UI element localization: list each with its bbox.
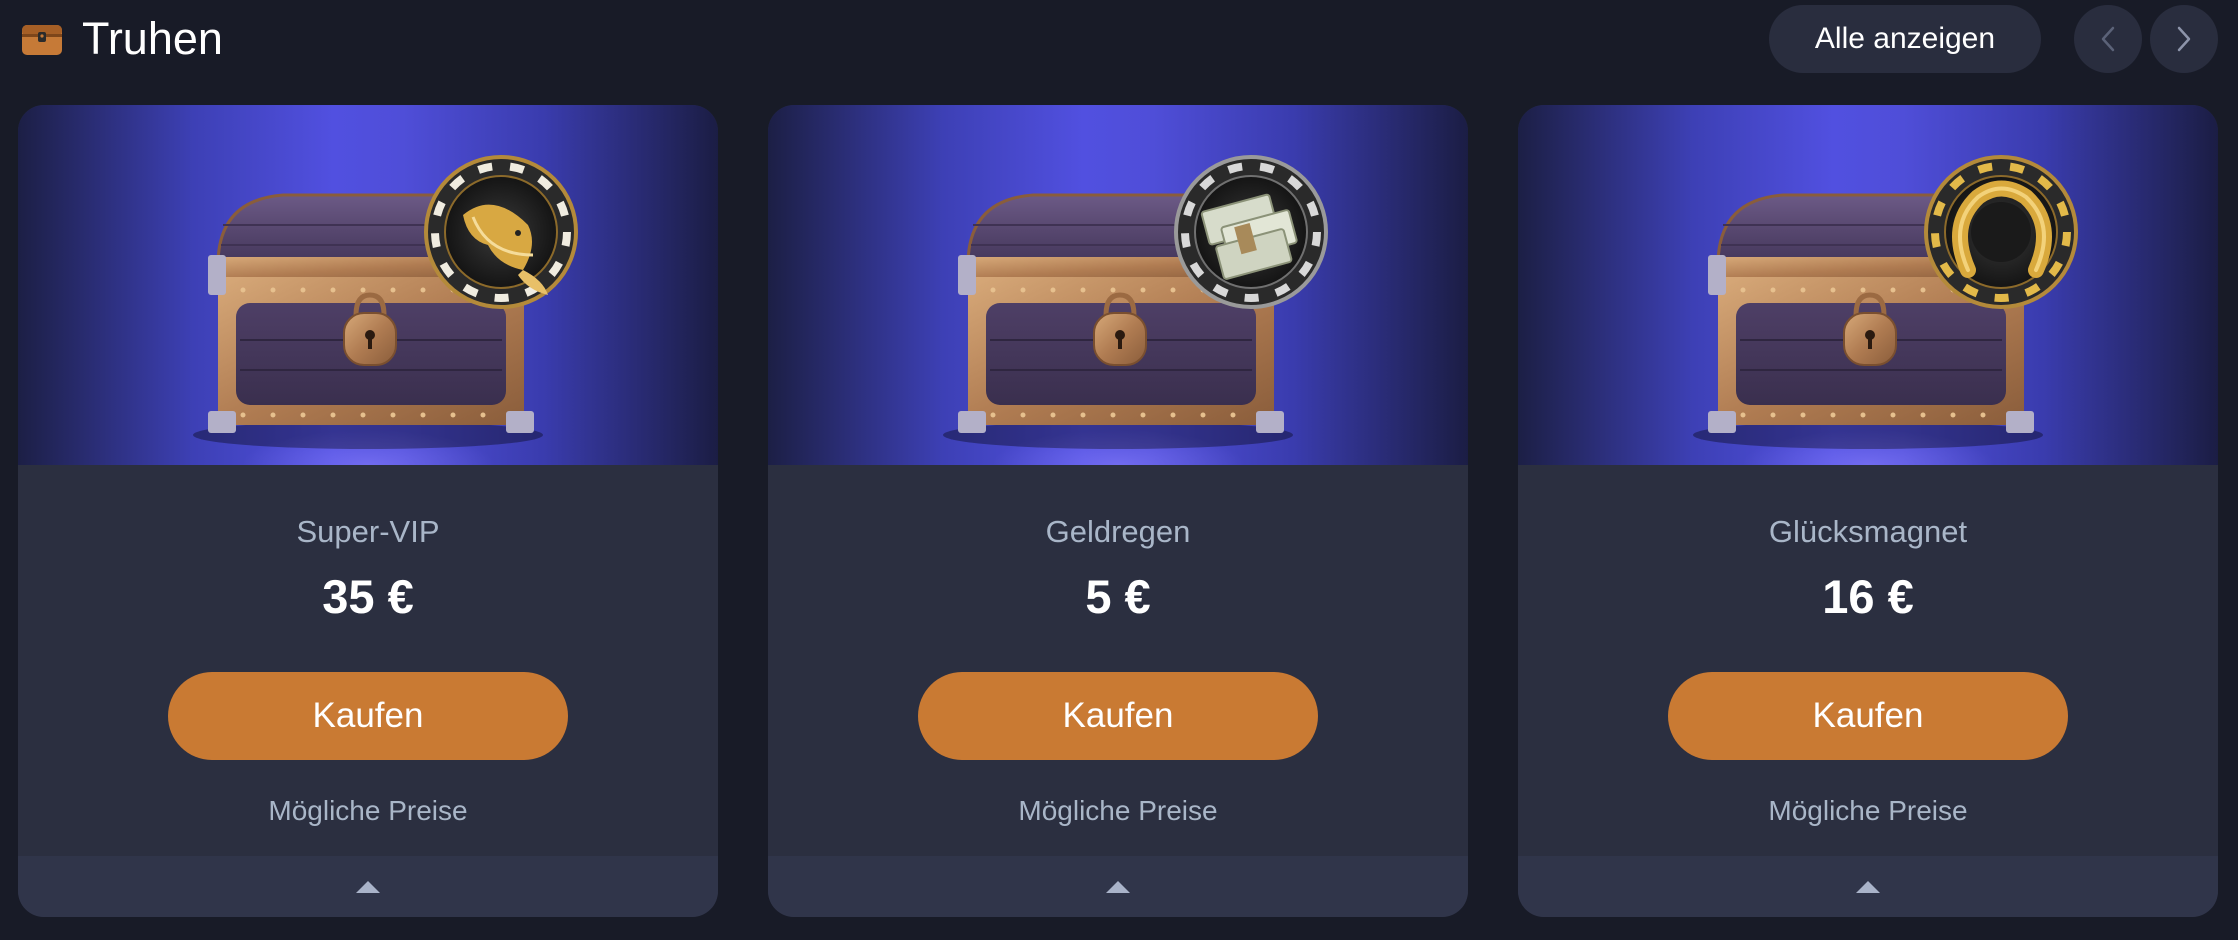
show-all-button[interactable]: Alle anzeigen (1769, 5, 2041, 73)
expand-prizes-toggle[interactable] (1518, 856, 2218, 917)
chest-name: Glücksmagnet (1768, 514, 1968, 549)
chevron-left-icon (2101, 26, 2115, 52)
treasure-chest-illustration (943, 155, 1328, 449)
chest-image (1518, 105, 2218, 465)
buy-button[interactable]: Kaufen (918, 672, 1318, 760)
buy-button[interactable]: Kaufen (168, 672, 568, 760)
possible-prizes-link[interactable]: Mögliche Preise (1518, 791, 2218, 831)
chest-image (18, 105, 718, 465)
chest-image (768, 105, 1468, 465)
chest-price: 16 € (1822, 570, 1914, 623)
section-title: Truhen (82, 13, 223, 64)
next-button[interactable] (2150, 5, 2218, 73)
expand-prizes-toggle[interactable] (768, 856, 1468, 917)
chest-card-super-vip: Super-VIP 35 € Kaufen Mögliche Preise (18, 105, 718, 917)
golden-fish-icon (424, 155, 578, 309)
chest-name: Super-VIP (296, 514, 440, 549)
treasure-chest-illustration (1693, 155, 2078, 449)
expand-prizes-toggle[interactable] (18, 856, 718, 917)
chests-section: Truhen Alle anzeigen Super-VIP 35 € Kauf… (0, 0, 2238, 940)
buy-button[interactable]: Kaufen (1668, 672, 2068, 760)
chest-name: Geldregen (1045, 514, 1191, 549)
chest-card-geldregen: Geldregen 5 € Kaufen Mögliche Preise (768, 105, 1468, 917)
chest-card-gluecksmagnet: Glücksmagnet 16 € Kaufen Mögliche Preise (1518, 105, 2218, 917)
chevron-right-icon (2177, 26, 2191, 52)
treasure-chest-icon (22, 25, 62, 55)
chest-price: 35 € (322, 570, 414, 623)
caret-up-icon (356, 880, 380, 893)
caret-up-icon (1856, 880, 1880, 893)
section-header: Truhen Alle anzeigen (0, 0, 2238, 78)
money-stack-icon (1174, 155, 1328, 309)
chest-price: 5 € (1085, 570, 1151, 623)
possible-prizes-link[interactable]: Mögliche Preise (768, 791, 1468, 831)
caret-up-icon (1106, 880, 1130, 893)
possible-prizes-link[interactable]: Mögliche Preise (18, 791, 718, 831)
treasure-chest-illustration (193, 155, 578, 449)
horseshoe-icon (1924, 155, 2078, 309)
prev-button[interactable] (2074, 5, 2142, 73)
